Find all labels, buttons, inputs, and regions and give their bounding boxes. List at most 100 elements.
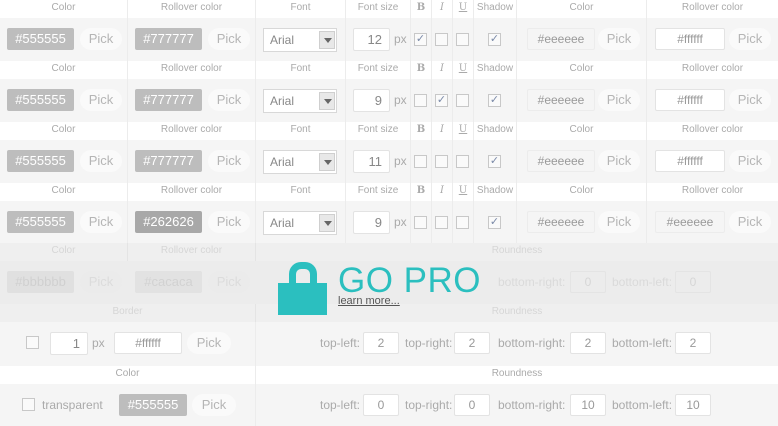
rollover-color-pick-button[interactable]: Pick <box>208 150 250 172</box>
border-color-pick-button[interactable]: Pick <box>187 332 231 354</box>
underline-checkbox[interactable] <box>456 216 469 229</box>
bg-top-right-input[interactable]: 0 <box>454 394 490 416</box>
header-shadow: Shadow <box>474 0 517 18</box>
rollover-color-pick-button[interactable]: Pick <box>208 28 250 50</box>
shadow-rollover-pick-button[interactable]: Pick <box>729 89 771 111</box>
italic-checkbox[interactable] <box>435 33 448 46</box>
font-size-input[interactable]: 9 <box>353 89 390 112</box>
font-size-input[interactable]: 11 <box>353 150 390 173</box>
border-color-input[interactable]: #ffffff <box>114 332 182 354</box>
font-select[interactable]: Arial <box>263 150 337 174</box>
bg-bottom-left-input[interactable]: 10 <box>675 394 711 416</box>
text-color-pick-button[interactable]: Pick <box>80 28 122 50</box>
shadow-color-pick-button[interactable]: Pick <box>598 150 640 172</box>
font-select[interactable]: Arial <box>263 89 337 113</box>
background-header-row: Color Roundness <box>0 366 778 384</box>
text-color-swatch[interactable]: #555555 <box>7 89 74 111</box>
text-color-pick-button[interactable]: Pick <box>80 211 122 233</box>
bold-checkbox[interactable] <box>414 155 427 168</box>
shadow-color-pick-button[interactable]: Pick <box>598 28 640 50</box>
header-shadow-rollover-color: Rollover color <box>681 63 744 74</box>
font-size-input[interactable]: 12 <box>353 28 390 51</box>
header-underline: U <box>453 122 474 140</box>
chevron-down-icon[interactable] <box>319 153 335 171</box>
underline-checkbox[interactable] <box>456 33 469 46</box>
shadow-checkbox[interactable]: ✓ <box>488 216 501 229</box>
bold-checkbox[interactable] <box>414 94 427 107</box>
text-color-pick-button[interactable]: Pick <box>80 150 122 172</box>
header-font-size: Font size <box>346 122 411 140</box>
border-enable-checkbox[interactable] <box>26 336 39 349</box>
shadow-rollover-pick-button[interactable]: Pick <box>729 28 771 50</box>
italic-checkbox[interactable] <box>435 155 448 168</box>
shadow-color-input[interactable]: #eeeeee <box>527 211 595 233</box>
shadow-rollover-input[interactable]: #eeeeee <box>655 211 725 233</box>
shadow-cell: ✓ <box>474 18 517 61</box>
bold-cell <box>411 201 432 244</box>
color-cell: #555555 Pick <box>0 18 128 61</box>
header-rollover-color: Rollover color <box>128 183 256 201</box>
text-color-pick-button[interactable]: Pick <box>80 89 122 111</box>
shadow-color-input[interactable]: #eeeeee <box>527 28 595 50</box>
shadow-color-input[interactable]: #eeeeee <box>527 89 595 111</box>
learn-more-link[interactable]: learn more... <box>338 295 400 307</box>
underline-checkbox[interactable] <box>456 155 469 168</box>
rollover-color-swatch[interactable]: #262626 <box>135 211 202 233</box>
text-color-swatch[interactable]: #555555 <box>7 28 74 50</box>
header-font-size: Font size <box>346 183 411 201</box>
font-select[interactable]: Arial <box>263 211 337 235</box>
rollover-color-swatch[interactable]: #777777 <box>135 28 202 50</box>
italic-checkbox[interactable] <box>435 216 448 229</box>
bold-checkbox[interactable]: ✓ <box>414 33 427 46</box>
border-width-input[interactable]: 1 <box>50 332 88 355</box>
shadow-color-pick-button[interactable]: Pick <box>598 211 640 233</box>
font-size-cell: 9 px <box>346 79 411 122</box>
font-select[interactable]: Arial <box>263 28 337 52</box>
background-color-swatch[interactable]: #555555 <box>119 394 187 416</box>
rollover-color-pick-button[interactable]: Pick <box>208 211 250 233</box>
shadow-color-input[interactable]: #eeeeee <box>527 150 595 172</box>
background-color-cell: transparent #555555 Pick <box>0 384 256 426</box>
shadow-rollover-input[interactable]: #ffffff <box>655 89 725 111</box>
bold-cell: ✓ <box>411 18 432 61</box>
shadow-rollover-input[interactable]: #ffffff <box>655 28 725 50</box>
bg-top-left-input[interactable]: 0 <box>363 394 399 416</box>
border-bottom-left-input[interactable]: 2 <box>675 332 711 354</box>
shadow-color-cell: #eeeeee Pick <box>517 18 647 61</box>
transparent-checkbox[interactable] <box>22 398 35 411</box>
shadow-checkbox[interactable]: ✓ <box>488 94 501 107</box>
text-color-swatch[interactable]: #555555 <box>7 211 74 233</box>
shadow-checkbox[interactable]: ✓ <box>488 33 501 46</box>
rollover-color-swatch[interactable]: #777777 <box>135 150 202 172</box>
text-color-swatch[interactable]: #555555 <box>7 150 74 172</box>
underline-checkbox[interactable] <box>456 94 469 107</box>
font-size-input[interactable]: 9 <box>353 211 390 234</box>
font-size-unit: px <box>394 93 407 107</box>
font-size-cell: 9 px <box>346 201 411 244</box>
border-top-left-label: top-left: <box>320 336 361 350</box>
bg-bottom-right-input[interactable]: 10 <box>570 394 606 416</box>
header-underline: U <box>453 61 474 79</box>
background-color-pick-button[interactable]: Pick <box>192 394 236 416</box>
chevron-down-icon[interactable] <box>319 31 335 49</box>
italic-checkbox[interactable]: ✓ <box>435 94 448 107</box>
chevron-down-icon[interactable] <box>319 92 335 110</box>
shadow-rollover-pick-button[interactable]: Pick <box>729 150 771 172</box>
font-cell: Arial <box>256 18 346 61</box>
header-font: Font <box>256 61 346 79</box>
go-pro-banner[interactable]: GO PRO learn more... <box>278 260 498 316</box>
shadow-checkbox[interactable]: ✓ <box>488 155 501 168</box>
bold-checkbox[interactable] <box>414 216 427 229</box>
header-font: Font <box>256 183 346 201</box>
header-color: Color <box>0 243 128 261</box>
header-rollover-color: Rollover color <box>128 243 256 261</box>
rollover-color-swatch[interactable]: #777777 <box>135 89 202 111</box>
rollover-color-pick-button[interactable]: Pick <box>208 89 250 111</box>
chevron-down-icon[interactable] <box>319 214 335 232</box>
border-top-right-input[interactable]: 2 <box>454 332 490 354</box>
border-top-left-input[interactable]: 2 <box>363 332 399 354</box>
border-bottom-right-input[interactable]: 2 <box>570 332 606 354</box>
shadow-rollover-input[interactable]: #ffffff <box>655 150 725 172</box>
shadow-rollover-pick-button[interactable]: Pick <box>729 211 771 233</box>
shadow-color-pick-button[interactable]: Pick <box>598 89 640 111</box>
